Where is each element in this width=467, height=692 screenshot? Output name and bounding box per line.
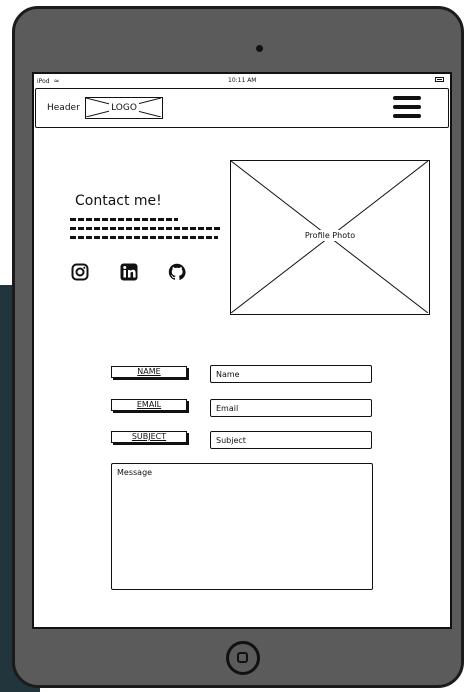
- logo-text: LOGO: [109, 103, 139, 113]
- menu-bar-1: [393, 96, 421, 100]
- github-icon[interactable]: [168, 263, 186, 281]
- contact-title: Contact me!: [75, 193, 162, 209]
- menu-bar-2: [393, 105, 421, 109]
- contact-text-line-1: [70, 218, 178, 221]
- photo-label-wrap: Profile Photo: [231, 230, 429, 241]
- subject-label: SUBJECT: [111, 431, 187, 443]
- email-field[interactable]: Email: [210, 399, 372, 417]
- status-time: 10:11 AM: [228, 77, 257, 84]
- header-bar: Header LOGO: [35, 88, 449, 128]
- hamburger-menu-icon[interactable]: [393, 96, 421, 122]
- menu-bar-3: [393, 114, 421, 118]
- status-bar: iPod ≈ 10:11 AM: [34, 74, 450, 87]
- carrier-label: iPod: [37, 78, 50, 85]
- home-button[interactable]: [226, 641, 260, 675]
- header-label: Header: [47, 103, 80, 113]
- contact-text-line-3: [70, 236, 218, 239]
- instagram-icon[interactable]: [71, 263, 89, 281]
- name-label: NAME: [111, 366, 187, 378]
- message-field[interactable]: Message: [111, 463, 373, 590]
- linkedin-icon[interactable]: [120, 263, 138, 281]
- contact-text-line-2: [70, 227, 220, 230]
- name-field[interactable]: Name: [210, 365, 372, 383]
- logo-placeholder[interactable]: LOGO: [85, 97, 163, 119]
- profile-photo-placeholder: Profile Photo: [230, 160, 430, 315]
- device-screen: iPod ≈ 10:11 AM Header LOGO Contact me!: [32, 72, 452, 629]
- logo-text-wrap: LOGO: [86, 103, 162, 113]
- subject-field[interactable]: Subject: [210, 431, 372, 449]
- battery-icon: [435, 77, 444, 82]
- email-label: EMAIL: [111, 399, 187, 411]
- wifi-icon: ≈: [53, 77, 60, 85]
- status-carrier: iPod ≈: [37, 77, 59, 85]
- camera-icon: [256, 45, 263, 52]
- photo-label: Profile Photo: [302, 230, 358, 241]
